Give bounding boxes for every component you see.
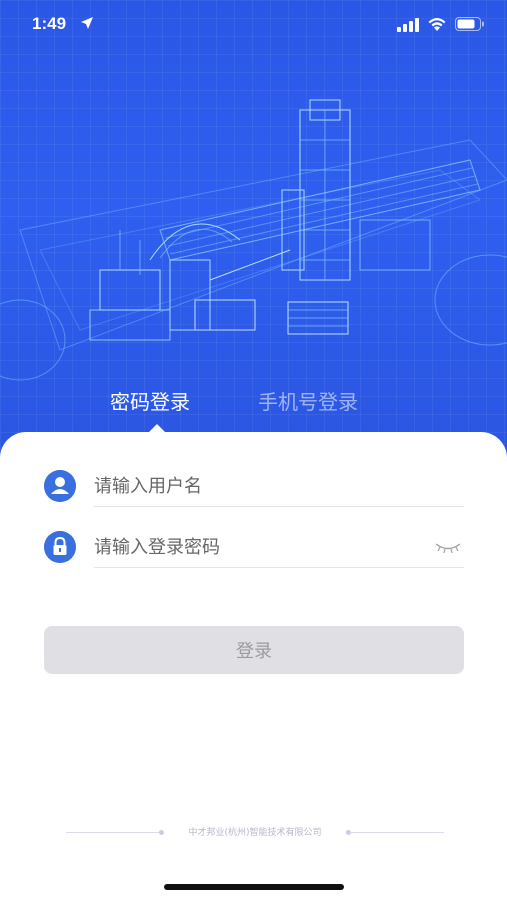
password-input[interactable] (94, 527, 464, 567)
battery-icon (455, 17, 484, 31)
login-tabs: 密码登录 手机号登录 (0, 386, 507, 420)
footer-dot-left (159, 830, 164, 835)
tab-password-login[interactable]: 密码登录 (110, 386, 190, 415)
status-time: 1:49 (32, 14, 67, 33)
lock-icon (44, 531, 76, 563)
footer-divider-right (350, 832, 444, 833)
username-input[interactable] (94, 466, 464, 506)
company-name: 中才邦业(杭州)智能技术有限公司 (188, 828, 322, 838)
username-field (44, 466, 464, 516)
eye-closed-icon[interactable] (434, 541, 462, 555)
user-icon (44, 470, 76, 502)
wifi-icon (428, 18, 446, 31)
status-bar: 1:49 (0, 0, 507, 50)
factory-illustration (0, 99, 507, 381)
password-field (44, 527, 464, 577)
login-button[interactable]: 登录 (44, 626, 464, 674)
home-indicator (164, 884, 344, 890)
footer: 中才邦业(杭州)智能技术有限公司 (66, 825, 444, 839)
username-underline (94, 506, 464, 507)
password-underline (94, 567, 464, 568)
footer-divider-left (66, 832, 160, 833)
tab-phone-login[interactable]: 手机号登录 (258, 386, 358, 415)
hero-banner: 1:49 密码登录 手机号登录 (0, 0, 507, 470)
location-arrow-icon (81, 17, 93, 29)
cellular-signal-icon (397, 18, 419, 32)
